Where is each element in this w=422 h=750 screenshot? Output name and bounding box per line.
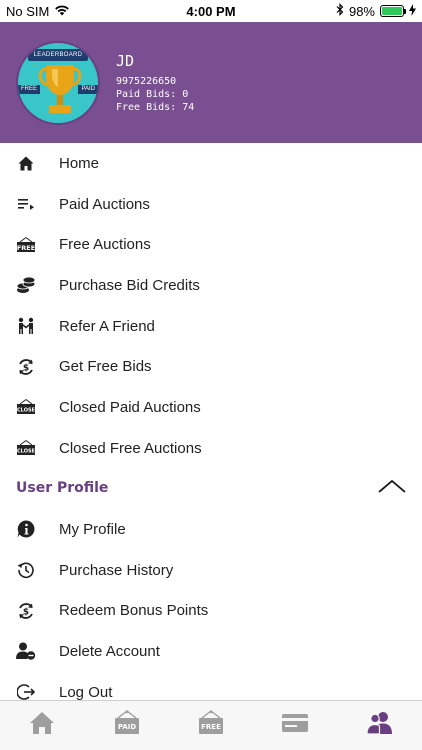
carrier-label: No SIM: [6, 3, 50, 19]
home-icon: [29, 711, 55, 740]
close-sign-icon: CLOSE: [16, 397, 36, 417]
tab-payment[interactable]: [265, 706, 325, 746]
free-tag-icon: FREE: [16, 235, 36, 255]
menu-item-paid-auctions[interactable]: Paid Auctions: [0, 184, 422, 225]
tab-free-auctions[interactable]: FREE: [181, 706, 241, 746]
menu-item-label: My Profile: [59, 520, 126, 538]
menu-item-label: Purchase History: [59, 561, 174, 579]
battery-icon: [380, 5, 406, 17]
bottom-tab-bar: PAID FREE: [0, 700, 422, 750]
profile-phone: 9975226650: [116, 75, 177, 87]
credit-card-icon: [281, 713, 309, 738]
close-sign-icon: CLOSE: [16, 438, 36, 458]
status-bar: No SIM 4:00 PM 98%: [0, 0, 422, 22]
menu-item-label: Closed Paid Auctions: [59, 398, 201, 416]
menu-item-label: Purchase Bid Credits: [59, 276, 200, 294]
coins-icon: [16, 275, 36, 295]
menu-item-closed-free-auctions[interactable]: CLOSE Closed Free Auctions: [0, 428, 422, 469]
menu-item-label: Closed Free Auctions: [59, 439, 202, 457]
profile-header: LEADERBOARD FREE PAID JD 9975226650 Paid…: [0, 22, 422, 143]
menu-item-get-free-bids[interactable]: $ Get Free Bids: [0, 346, 422, 387]
free-bids-count: Free Bids: 74: [116, 101, 195, 113]
menu-item-delete-account[interactable]: Delete Account: [0, 631, 422, 672]
home-icon: [16, 153, 36, 173]
wifi-icon: [54, 4, 70, 19]
menu-item-closed-paid-auctions[interactable]: CLOSE Closed Paid Auctions: [0, 387, 422, 428]
users-icon: [366, 711, 394, 740]
paid-tag-icon: PAID: [113, 710, 141, 741]
battery-percent: 98%: [348, 3, 375, 19]
menu-item-purchase-bid-credits[interactable]: Purchase Bid Credits: [0, 265, 422, 306]
menu-item-label: Paid Auctions: [59, 195, 150, 213]
list-icon: [16, 194, 36, 214]
menu-item-label: Redeem Bonus Points: [59, 602, 209, 620]
free-tag-icon: FREE: [197, 710, 225, 741]
badge-free-tag: FREE: [18, 84, 41, 94]
tab-profile[interactable]: [350, 706, 410, 746]
chevron-up-icon[interactable]: [378, 479, 406, 498]
menu-item-home[interactable]: Home: [0, 143, 422, 184]
badge-title: LEADERBOARD: [28, 48, 88, 61]
user-profile-section-header[interactable]: User Profile: [0, 468, 422, 508]
profile-name: JD: [116, 51, 135, 70]
user-profile-menu: My Profile Purchase History $ Redeem Bon…: [0, 509, 422, 712]
profile-info: JD 9975226650 Paid Bids: 0 Free Bids: 74: [116, 52, 194, 114]
battery-fill: [382, 7, 402, 15]
tab-paid-auctions[interactable]: PAID: [97, 706, 157, 746]
main-menu: Home Paid Auctions FREE Free Auctions Pu…: [0, 143, 422, 469]
menu-item-label: Delete Account: [59, 642, 160, 660]
avatar[interactable]: LEADERBOARD FREE PAID: [16, 40, 100, 125]
menu-item-label: Home: [59, 154, 100, 172]
free-tag-text: FREE: [17, 244, 35, 252]
menu-item-label: Get Free Bids: [59, 358, 152, 376]
tab-home[interactable]: [12, 706, 72, 746]
trophy-icon: [38, 64, 82, 113]
free-tag-text: FREE: [201, 723, 221, 731]
history-icon: [16, 560, 36, 580]
close-sign-text: CLOSE: [17, 449, 36, 455]
dollar-refresh-icon: $: [16, 357, 36, 377]
section-title: User Profile: [16, 480, 109, 496]
svg-text:$: $: [23, 363, 29, 373]
menu-item-purchase-history[interactable]: Purchase History: [0, 550, 422, 591]
charging-icon: [409, 3, 416, 19]
menu-item-redeem-bonus-points[interactable]: $ Redeem Bonus Points: [0, 590, 422, 631]
menu-item-free-auctions[interactable]: FREE Free Auctions: [0, 224, 422, 265]
bluetooth-icon: [336, 3, 344, 19]
menu-item-refer-a-friend[interactable]: Refer A Friend: [0, 306, 422, 347]
svg-text:$: $: [23, 607, 29, 617]
menu-item-label: Log Out: [59, 683, 113, 701]
close-sign-text: CLOSE: [17, 408, 36, 414]
menu-item-label: Free Auctions: [59, 236, 151, 254]
menu-item-my-profile[interactable]: My Profile: [0, 509, 422, 550]
dollar-refresh-icon: $: [16, 601, 36, 621]
paid-tag-text: PAID: [117, 723, 136, 731]
refer-icon: [16, 316, 36, 336]
menu-item-label: Refer A Friend: [59, 317, 155, 335]
paid-bids-count: Paid Bids: 0: [116, 88, 189, 100]
info-icon: [16, 519, 36, 539]
user-remove-icon: [16, 641, 36, 661]
